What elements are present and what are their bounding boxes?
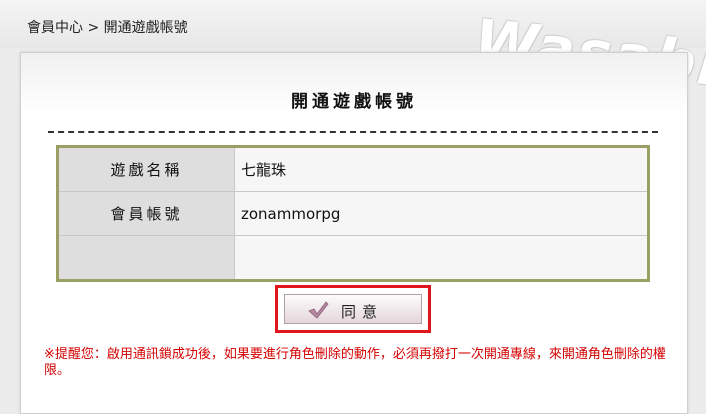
member-account-value: zonammorpg: [234, 191, 649, 236]
page-title: 開通遊戲帳號: [291, 92, 417, 112]
content-card: 開通遊戲帳號 遊戲名稱 七龍珠 會員帳號 zonammorpg 同意 ※提醒您：…: [20, 52, 688, 414]
breadcrumb-root[interactable]: 會員中心: [27, 20, 83, 36]
game-name-label: 遊戲名稱: [57, 146, 235, 192]
game-name-value: 七龍珠: [234, 146, 649, 192]
table-row: 會員帳號 zonammorpg: [57, 191, 649, 236]
breadcrumb-separator: >: [87, 20, 100, 36]
dashed-divider: [48, 131, 658, 133]
check-icon: [308, 301, 329, 319]
account-form-table: 遊戲名稱 七龍珠 會員帳號 zonammorpg: [56, 145, 650, 282]
agree-button-label: 同意: [341, 303, 384, 321]
empty-label-cell: [57, 235, 235, 281]
breadcrumb-current: 開通遊戲帳號: [103, 20, 188, 36]
breadcrumb: 會員中心 > 開通遊戲帳號: [27, 17, 188, 37]
empty-value-cell: [234, 235, 649, 281]
table-row: [57, 235, 649, 281]
member-account-label: 會員帳號: [57, 191, 235, 236]
reminder-notice: ※提醒您：啟用通訊鎖成功後，如果要進行角色刪除的動作，必須再撥打一次開通專線，來…: [44, 347, 666, 378]
agree-button[interactable]: 同意: [284, 294, 422, 324]
table-row: 遊戲名稱 七龍珠: [57, 146, 649, 192]
highlight-frame: 同意: [275, 285, 431, 333]
